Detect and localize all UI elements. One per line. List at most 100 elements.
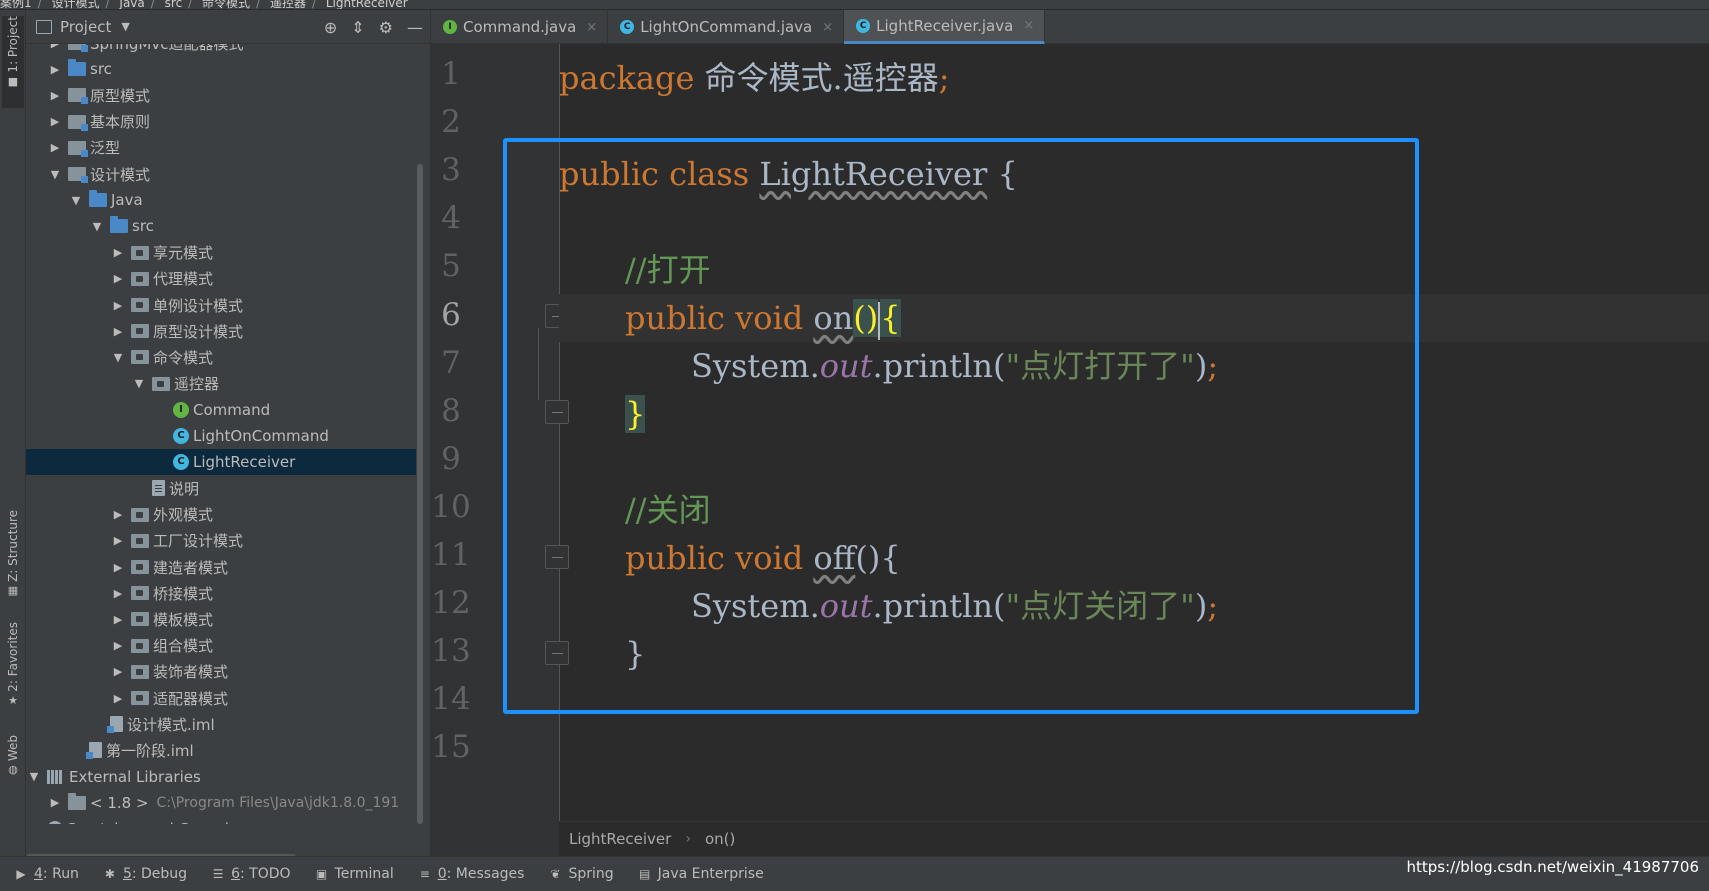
tree-item[interactable]: ▶ 模板模式	[26, 606, 416, 632]
terminal-tool-button[interactable]: ▣ Terminal	[315, 866, 394, 882]
hide-icon[interactable]: —	[407, 18, 423, 37]
expand-right-icon[interactable]: ▶	[111, 325, 125, 338]
expand-down-icon[interactable]: ▼	[48, 168, 62, 181]
expand-down-icon[interactable]: ▼	[69, 194, 83, 207]
tree-item[interactable]: ▼ 遥控器	[26, 371, 416, 397]
expand-right-icon[interactable]: ▶	[111, 613, 125, 626]
breadcrumb-method[interactable]: on()	[705, 830, 735, 848]
expand-right-icon[interactable]: ▶	[48, 63, 62, 76]
expand-right-icon[interactable]: ▶	[111, 246, 125, 259]
text-file-icon	[152, 480, 165, 497]
tree-item[interactable]: ▶ SpringMvc适配器模式	[26, 44, 416, 56]
tree-item[interactable]: ▶ 工厂设计模式	[26, 528, 416, 554]
code-area[interactable]: package 命令模式.遥控器; public class LightRece…	[559, 44, 1709, 822]
expand-right-icon[interactable]: ▶	[111, 639, 125, 652]
line-number: 8	[441, 392, 461, 429]
tab-lightoncommand-java[interactable]: C LightOnCommand.java ×	[608, 10, 845, 44]
expand-right-icon[interactable]: ▶	[111, 299, 125, 312]
breadcrumb-class[interactable]: LightReceiver	[569, 830, 671, 848]
tree-item[interactable]: ▼ 设计模式	[26, 161, 416, 187]
messages-tool-button[interactable]: ≡ 0: Messages	[418, 866, 525, 882]
tree-item[interactable]: I Command	[26, 397, 416, 423]
expand-right-icon[interactable]: ▶	[48, 89, 62, 102]
expand-right-icon[interactable]: ▶	[111, 665, 125, 678]
project-scrollbar[interactable]	[416, 44, 424, 824]
tree-item[interactable]: 第一阶段.iml	[26, 737, 416, 763]
tree-item[interactable]: Scratches and Consoles	[26, 816, 416, 824]
tab-command-java[interactable]: I Command.java ×	[431, 10, 609, 44]
tree-item[interactable]: ▶ 组合模式	[26, 633, 416, 659]
expand-right-icon[interactable]: ▶	[111, 692, 125, 705]
tree-item-label: 基本原则	[90, 113, 151, 132]
tab-lightreceiver-java[interactable]: C LightReceiver.java ×	[844, 10, 1046, 44]
tree-item[interactable]: ▶ 享元模式	[26, 240, 416, 266]
todo-tool-button[interactable]: ☰ 6: TODO	[211, 866, 291, 882]
tree-item[interactable]: ▶ 桥接模式	[26, 580, 416, 606]
tree-item[interactable]: ▶ 原型设计模式	[26, 318, 416, 344]
nav-crumb[interactable]: Java	[119, 0, 144, 9]
tree-item[interactable]: 设计模式.iml	[26, 711, 416, 737]
expand-right-icon[interactable]: ▶	[111, 587, 125, 600]
tree-item[interactable]: ▶ src	[26, 56, 416, 82]
expand-right-icon[interactable]: ▶	[48, 44, 62, 50]
nav-crumb[interactable]: 遥控器	[270, 0, 306, 9]
tool-tab-structure[interactable]: Z: Structure ▦	[2, 510, 24, 602]
tree-item[interactable]: ▶ 单例设计模式	[26, 292, 416, 318]
tree-item[interactable]: ▶ 适配器模式	[26, 685, 416, 711]
code-line-10: //关闭	[559, 486, 1709, 534]
expand-right-icon[interactable]: ▶	[111, 561, 125, 574]
expand-right-icon[interactable]: ▶	[111, 272, 125, 285]
tool-tab-project[interactable]: 1: Project ■	[2, 16, 24, 108]
tree-item[interactable]: ▶ 装饰者模式	[26, 659, 416, 685]
java-enterprise-tool-button[interactable]: ▤ Java Enterprise	[638, 866, 764, 882]
spring-tool-button[interactable]: ❦ Spring	[548, 866, 613, 882]
tree-item[interactable]: ▶ 基本原则	[26, 109, 416, 135]
tree-item[interactable]: C LightOnCommand	[26, 423, 416, 449]
tree-item[interactable]: ▶ 泛型	[26, 135, 416, 161]
tree-item[interactable]: C LightReceiver	[26, 449, 416, 476]
tree-item[interactable]: ▶ 代理模式	[26, 266, 416, 292]
tree-item-label: 享元模式	[153, 244, 214, 263]
expand-right-icon[interactable]: ▶	[48, 796, 62, 809]
expand-down-icon[interactable]: ▼	[111, 351, 125, 364]
locate-icon[interactable]: ⊕	[324, 18, 337, 37]
nav-crumb[interactable]: 命令模式	[202, 0, 250, 9]
expand-right-icon[interactable]: ▶	[111, 508, 125, 521]
expand-right-icon[interactable]: ▶	[48, 141, 62, 154]
tree-item[interactable]: ▼ 命令模式	[26, 344, 416, 370]
source-folder-icon	[110, 216, 128, 234]
expand-right-icon[interactable]: ▶	[48, 115, 62, 128]
tree-item[interactable]: ▼ src	[26, 213, 416, 239]
expand-down-icon[interactable]: ▼	[27, 770, 41, 783]
line-number-gutter[interactable]: 1 2 3 4 5 6 7 8 9 10 11 12 13 14 15	[431, 44, 559, 822]
scrollbar-thumb[interactable]	[417, 164, 423, 824]
tree-item[interactable]: ▶ 外观模式	[26, 502, 416, 528]
tree-item[interactable]: ▶ 原型模式	[26, 82, 416, 108]
expand-down-icon[interactable]: ▼	[90, 220, 104, 233]
nav-crumb[interactable]: 设计模式	[52, 0, 100, 9]
close-icon[interactable]: ×	[822, 20, 833, 35]
tool-tab-favorites[interactable]: 2: Favorites ★	[2, 622, 24, 722]
project-view-selector[interactable]: Project	[60, 18, 111, 36]
package-icon	[131, 324, 149, 339]
nav-crumb[interactable]: LightReceiver	[326, 0, 408, 9]
close-icon[interactable]: ×	[586, 20, 597, 35]
tree-item[interactable]: ▶ 建造者模式	[26, 554, 416, 580]
nav-crumb[interactable]: src	[165, 0, 183, 9]
tree-item[interactable]: ▼ External Libraries	[26, 764, 416, 790]
expand-right-icon[interactable]: ▶	[111, 534, 125, 547]
collapse-all-icon[interactable]: ⇕	[351, 18, 364, 37]
tree-item[interactable]: 说明	[26, 475, 416, 501]
nav-crumb[interactable]: 案例1	[0, 0, 32, 9]
close-icon[interactable]: ×	[1023, 18, 1034, 33]
tree-item[interactable]: ▼ Java	[26, 187, 416, 213]
tool-tab-web[interactable]: Web ◍	[2, 735, 24, 795]
project-panel: Project ▼ ⊕ ⇕ ⚙ — ▶ SpringMvc适配器模式 ▶ src ▶ 原型…	[26, 10, 431, 856]
tree-item[interactable]: ▶ < 1.8 > C:\Program Files\Java\jdk1.8.0_1…	[26, 790, 416, 816]
debug-tool-button[interactable]: ✱ 5: Debug	[103, 866, 187, 882]
chevron-down-icon[interactable]: ▼	[121, 20, 129, 33]
messages-icon: ≡	[419, 867, 430, 881]
expand-down-icon[interactable]: ▼	[132, 377, 146, 390]
run-tool-button[interactable]: ▶ 4: Run	[14, 866, 79, 882]
gear-icon[interactable]: ⚙	[379, 18, 393, 37]
